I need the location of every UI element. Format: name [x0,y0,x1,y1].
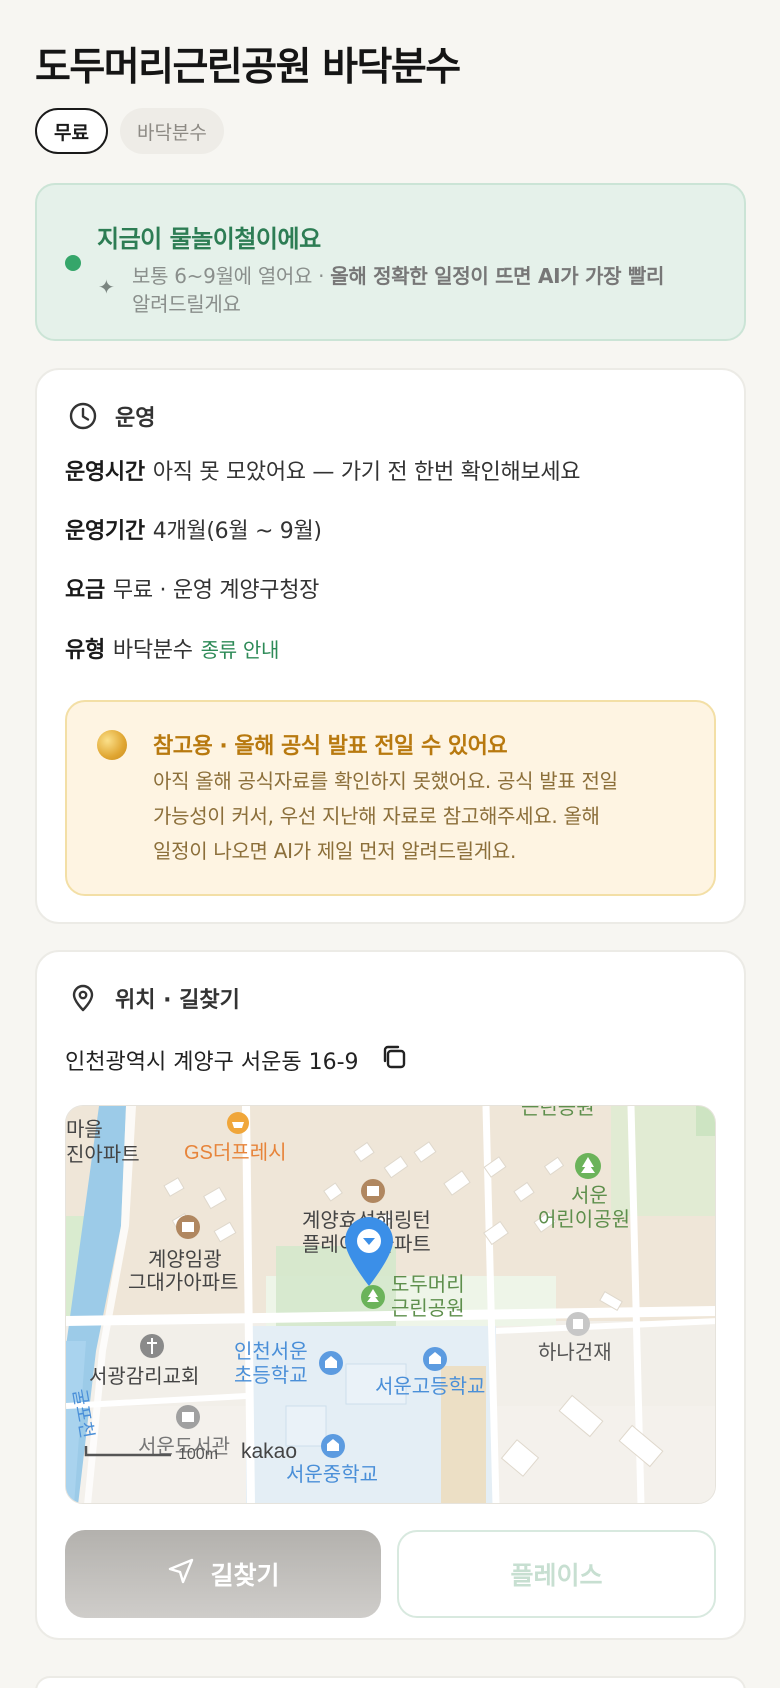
directions-label: 길찾기 [210,1561,280,1590]
directions-button[interactable]: 길찾기 [65,1530,381,1618]
map-label-gs: GS더프레시 [184,1141,287,1164]
map-label: 서운 [571,1184,608,1207]
map-label: 초등학교 [234,1364,308,1387]
info-key: 운영시간 [65,460,145,485]
info-row-hours: 운영시간 아직 못 모았어요 — 가기 전 한번 확인해보세요 [65,454,581,486]
map-label: 하나건재 [538,1341,612,1364]
season-title: 지금이 물놀이철이에요 [97,225,321,253]
season-text: 보통 6~9월에 열어요 · 올해 정확한 일정이 뜨면 AI가 가장 빨리알려… [132,262,722,318]
location-pin-icon [67,982,99,1014]
type-guide-link[interactable]: 종류 안내 [201,638,280,662]
season-text-tail: 알려드릴게요 [132,292,241,316]
notice-line: 일정이 나오면 AI가 제일 먼저 알려드릴게요. [153,839,517,863]
info-key: 유형 [65,638,105,663]
info-row-fee: 요금 무료 · 운영 계양구청장 [65,572,319,604]
address-row: 인천광역시 계양구 서운동 16-9 [65,1042,409,1078]
map-label: 근린공원 [391,1297,465,1320]
address-text: 인천광역시 계양구 서운동 16-9 [65,1050,359,1075]
place-button[interactable]: 플레이스 [397,1530,716,1618]
info-row-period: 운영기간 4개월(6월 ~ 9월) [65,513,322,545]
tag-chips: 무료 바닥분수 [35,108,224,154]
location-map[interactable]: GS더프레시 마을 진아파트 근린공원 서운 어린이공원 계양효성해링턴 플레이… [65,1105,716,1504]
info-key: 운영기간 [65,519,145,544]
map-label: 인천서운 [234,1340,308,1363]
operation-header: 운영 [67,400,155,432]
map-label: 서운고등학교 [375,1375,485,1398]
map-label: 계양임광 [148,1248,222,1271]
location-card: 위치 · 길찾기 인천광역시 계양구 서운동 16-9 GS더프레시 마을 진아… [35,950,746,1640]
location-header: 위치 · 길찾기 [67,982,240,1014]
operation-card: 운영 운영시간 아직 못 모았어요 — 가기 전 한번 확인해보세요 운영기간 4개… [35,368,746,924]
navigation-arrow-icon [166,1556,196,1592]
page-title: 도두머리근린공원 바닥분수 [35,45,461,90]
map-label: 서광감리교회 [89,1365,199,1388]
map-label: 서운중학교 [286,1463,378,1486]
season-card: 지금이 물놀이철이에요 ✦ 보통 6~9월에 열어요 · 올해 정확한 일정이 … [35,183,746,341]
notice-title: 참고용 · 올해 공식 발표 전일 수 있어요 [153,734,508,759]
info-value: 바닥분수 [112,638,193,663]
notice-line: 아직 올해 공식자료를 확인하지 못했어요. 공식 발표 전일 [153,769,618,793]
map-label: 그대가아파트 [128,1271,238,1294]
map-label: 진아파트 [66,1143,140,1166]
info-row-type: 유형 바닥분수 종류 안내 [65,632,279,664]
status-dot [65,255,81,271]
sparkle-icon: ✦ [98,275,115,299]
info-value: 무료 · 운영 계양구청장 [112,578,320,603]
map-brand: kakao [241,1440,297,1463]
chip-type[interactable]: 바닥분수 [119,108,224,154]
map-label: 근린공원 [521,1106,595,1119]
notice-dot-icon [97,730,127,760]
map-canvas: GS더프레시 마을 진아파트 근린공원 서운 어린이공원 계양효성해링턴 플레이… [66,1106,715,1503]
season-text-bold: 올해 정확한 일정이 뜨면 AI가 가장 빨리 [330,264,665,288]
action-buttons: 길찾기 플레이스 [65,1530,716,1618]
season-text-plain: 보통 6~9월에 열어요 · [132,264,331,288]
map-label: 도두머리 [391,1273,465,1296]
location-heading: 위치 · 길찾기 [115,988,240,1013]
chip-free[interactable]: 무료 [35,108,108,154]
map-label: 마을 [66,1118,103,1141]
reference-notice: 참고용 · 올해 공식 발표 전일 수 있어요 아직 올해 공식자료를 확인하지… [65,700,716,896]
notice-line: 가능성이 커서, 우선 지난해 자료로 참고해주세요. 올해 [153,804,600,828]
notice-text: 아직 올해 공식자료를 확인하지 못했어요. 공식 발표 전일 가능성이 커서,… [153,764,673,869]
operation-heading: 운영 [115,406,156,431]
info-value: 아직 못 모았어요 — 가기 전 한번 확인해보세요 [152,460,581,485]
info-value: 4개월(6월 ~ 9월) [152,519,322,544]
clock-icon [67,400,99,432]
map-scale-label: 100m [178,1446,218,1463]
page: 도두머리근린공원 바닥분수 무료 바닥분수 지금이 물놀이철이에요 ✦ 보통 6… [0,0,780,1688]
next-card [35,1676,746,1688]
info-key: 요금 [65,578,105,603]
copy-icon[interactable] [379,1042,409,1078]
map-label: 어린이공원 [538,1208,630,1231]
